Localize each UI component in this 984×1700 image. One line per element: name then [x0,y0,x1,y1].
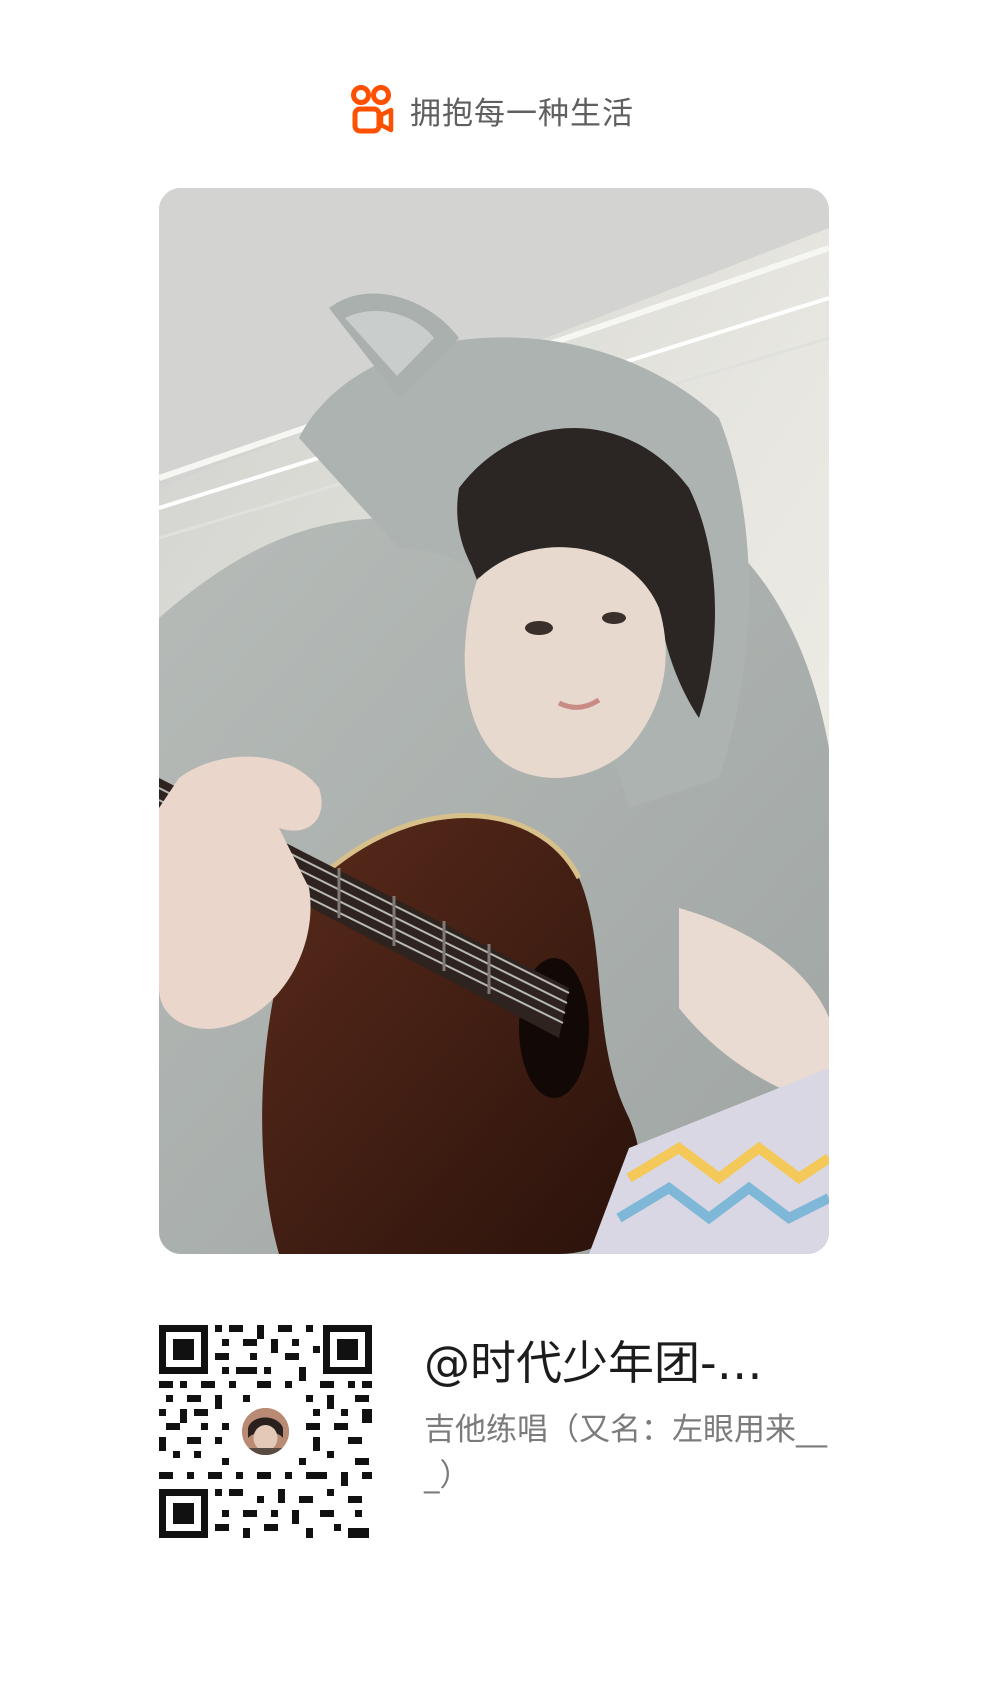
share-info: @时代少年团-… 吉他练唱（又名：左眼用来___） [424,1325,829,1499]
video-cover-image[interactable] [159,188,829,1254]
avatar [238,1404,293,1459]
author-name[interactable]: @时代少年团-… [424,1333,829,1393]
qr-code-icon[interactable] [159,1325,372,1538]
header: 拥抱每一种生活 [0,80,984,140]
slogan: 拥抱每一种生活 [410,95,634,132]
kuaishou-logo-icon [351,85,394,134]
video-caption: 吉他练唱（又名：左眼用来___） [424,1412,827,1494]
